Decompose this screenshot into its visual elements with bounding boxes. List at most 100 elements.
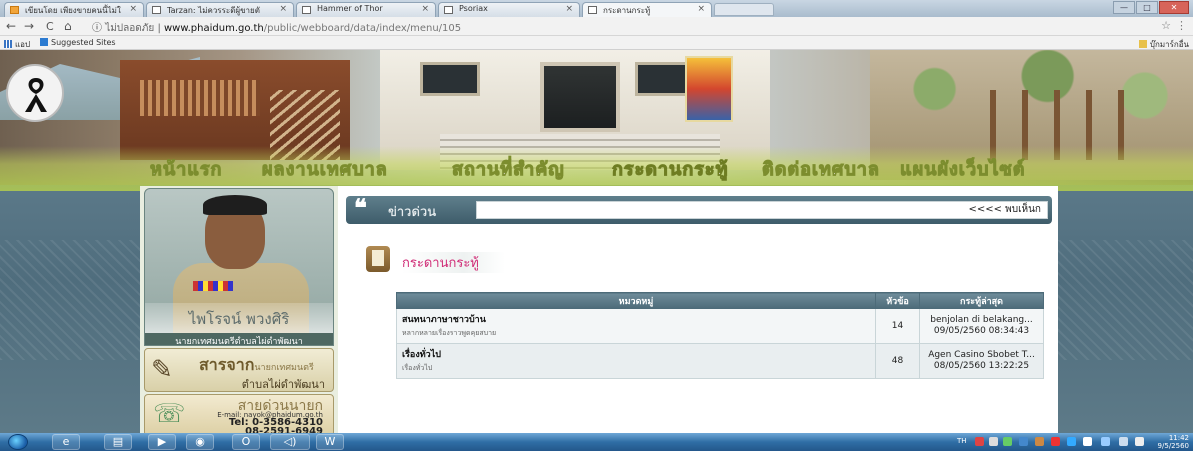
tab-label: เขียนโดย เพียงขายคนนี้ไม่ใ	[25, 6, 121, 15]
page-icon	[444, 6, 453, 14]
page-icon	[302, 6, 311, 14]
tray-icon[interactable]	[975, 437, 984, 446]
browser-tab[interactable]: Tarzan: ไม่ควรระดีผู้ขายตั ×	[146, 2, 294, 17]
close-window-button[interactable]: ✕	[1159, 1, 1189, 14]
notebook-icon	[366, 246, 390, 272]
close-icon[interactable]: ×	[129, 4, 137, 14]
browser-tab-strip: เขียนโดย เพียงขายคนนี้ไม่ใ × Tarzan: ไม่…	[0, 0, 1193, 17]
taskbar: e ▤ ▶ ◉ O ◁) W TH 11:42 9/5/2560	[0, 433, 1193, 451]
tray-icon[interactable]	[1083, 437, 1092, 446]
column-header: กระทู้ล่าสุด	[919, 292, 1044, 309]
menu-webboard[interactable]: กระดานกระทู้	[611, 154, 728, 183]
left-sidebar: ไพโรจน์ พวงศิริ นายกเทศมนตรีตำบลไผ่ดำพัฒ…	[140, 186, 338, 433]
language-indicator[interactable]: TH	[957, 437, 967, 445]
folder-icon	[1138, 40, 1147, 48]
url-field[interactable]: ⓘ ไม่ปลอดภัย | www.phaidum.go.th/public/…	[92, 19, 461, 36]
topic-count: 48	[875, 343, 920, 379]
tray-icon[interactable]	[1019, 437, 1028, 446]
tray-icon[interactable]	[1051, 437, 1060, 446]
tab-label: Psoriax	[459, 4, 488, 13]
news-ticker[interactable]: <<<< พบเห็นก	[476, 201, 1048, 219]
latest-topic-link[interactable]: Agen Casino Sbobet T...	[922, 350, 1041, 361]
menu-contact[interactable]: ติดต่อเทศบาล	[762, 154, 880, 183]
bookmark-suggested-sites[interactable]: Suggested Sites	[40, 38, 116, 47]
minimize-button[interactable]: —	[1113, 1, 1135, 14]
close-icon[interactable]: ×	[697, 4, 705, 14]
forward-button[interactable]: →	[24, 19, 34, 33]
back-button[interactable]: ←	[6, 19, 16, 33]
browser-tab[interactable]: เขียนโดย เพียงขายคนนี้ไม่ใ ×	[4, 2, 144, 17]
clock-date: 9/5/2560	[1157, 442, 1189, 450]
chrome-icon[interactable]: ◉	[186, 434, 214, 450]
signal-icon[interactable]	[1119, 437, 1128, 446]
network-icon[interactable]	[1101, 437, 1110, 446]
window-controls: — □ ✕	[1113, 1, 1189, 15]
column-header: หัวข้อ	[875, 292, 920, 309]
tray-icon[interactable]	[1067, 437, 1076, 446]
hotline-box[interactable]: ☏ สายด่วนนายก E-mail: nayok@phaidum.go.t…	[144, 394, 334, 433]
tray-icon[interactable]	[1035, 437, 1044, 446]
system-tray: TH 11:42 9/5/2560	[927, 433, 1193, 451]
webpage: หน้าแรก ผลงานเทศบาล สถานที่สำคัญ กระดานก…	[0, 50, 1193, 433]
mayor-message-link[interactable]: ✎ สารจากนายกเทศมนตรี ตำบลไผ่ดำพัฒนา	[144, 348, 334, 392]
phone-icon: ☏	[153, 399, 186, 429]
apps-grid-icon	[4, 40, 12, 48]
category-title-link[interactable]: สนทนาภาษาชาวบ้าน	[397, 309, 875, 326]
latest-topic-time: 08/05/2560 13:22:25	[933, 361, 1030, 371]
bookmarks-bar: แอป Suggested Sites บุ๊กมาร์กอื่น	[0, 36, 1193, 50]
file-explorer-icon[interactable]: ▤	[104, 434, 132, 450]
home-button[interactable]: ⌂	[64, 19, 72, 33]
ie-icon[interactable]: e	[52, 434, 80, 450]
webboard-table: หมวดหมู่ หัวข้อ กระทู้ล่าสุด สนทนาภาษาชา…	[396, 292, 1044, 379]
media-player-icon[interactable]: ▶	[148, 434, 176, 450]
tray-icon[interactable]	[989, 437, 998, 446]
new-tab-button[interactable]	[714, 3, 774, 16]
url-domain: www.phaidum.go.th	[164, 23, 264, 34]
message-subtitle: ตำบลไผ่ดำพัฒนา	[241, 378, 325, 391]
breaking-news-label: ข่าวด่วน	[388, 205, 437, 220]
system-clock[interactable]: 11:42 9/5/2560	[1158, 433, 1189, 450]
hotline-mobile: 08-2591-6949	[245, 426, 323, 433]
book-icon: ✎	[151, 355, 173, 385]
start-button[interactable]	[8, 434, 28, 450]
browser-menu-icon[interactable]: ⋮	[1176, 19, 1187, 32]
message-title: สารจาก	[199, 355, 255, 374]
reload-button[interactable]: C	[46, 20, 54, 33]
topic-count: 14	[875, 308, 920, 344]
latest-topic-time: 09/05/2560 08:34:43	[933, 326, 1030, 336]
category-description: เรื่องทั่วไป	[402, 364, 433, 372]
close-icon[interactable]: ×	[421, 4, 429, 14]
menu-sitemap[interactable]: แผนผังเว็บไซต์	[899, 154, 1025, 183]
column-header: หมวดหมู่	[396, 292, 876, 309]
menu-places[interactable]: สถานที่สำคัญ	[452, 154, 565, 183]
url-path: /public/webboard/data/index/menu/105	[263, 23, 462, 34]
volume-app-icon[interactable]: ◁)	[270, 434, 310, 450]
close-icon[interactable]: ×	[565, 4, 573, 14]
breaking-news-bar: ❝ ข่าวด่วน <<<< พบเห็นก	[346, 193, 1052, 224]
tab-label: Hammer of Thor	[317, 4, 383, 13]
bookmark-star-icon[interactable]: ☆	[1161, 19, 1171, 32]
tab-label: กระดานกระทู้	[603, 6, 651, 15]
menu-home[interactable]: หน้าแรก	[149, 154, 222, 183]
suggested-sites-icon	[40, 38, 48, 46]
content-area: ไพโรจน์ พวงศิริ นายกเทศมนตรีตำบลไผ่ดำพัฒ…	[140, 186, 1058, 433]
close-icon[interactable]: ×	[279, 4, 287, 14]
webboard-title: กระดานกระทู้	[402, 252, 505, 273]
browser-tab[interactable]: Psoriax ×	[438, 2, 580, 17]
word-icon[interactable]: W	[316, 434, 344, 450]
page-icon	[588, 6, 597, 14]
clock-time: 11:42	[1168, 434, 1189, 442]
category-title-link[interactable]: เรื่องทั่วไป	[397, 344, 875, 361]
browser-tab-active[interactable]: กระดานกระทู้ ×	[582, 2, 712, 17]
maximize-button[interactable]: □	[1136, 1, 1158, 14]
tray-icon[interactable]	[1003, 437, 1012, 446]
table-row: สนทนาภาษาชาวบ้าน หลากหลายเรื่องราวพูดคุย…	[396, 308, 1044, 344]
side-pattern-left	[0, 240, 140, 360]
browser-tab[interactable]: Hammer of Thor ×	[296, 2, 436, 17]
menu-works[interactable]: ผลงานเทศบาล	[262, 154, 388, 183]
info-icon[interactable]: ⓘ	[92, 23, 102, 34]
latest-topic-link[interactable]: benjolan di belakang...	[922, 315, 1041, 326]
page-icon	[10, 6, 19, 14]
opera-icon[interactable]: O	[232, 434, 260, 450]
speaker-icon[interactable]	[1135, 437, 1144, 446]
